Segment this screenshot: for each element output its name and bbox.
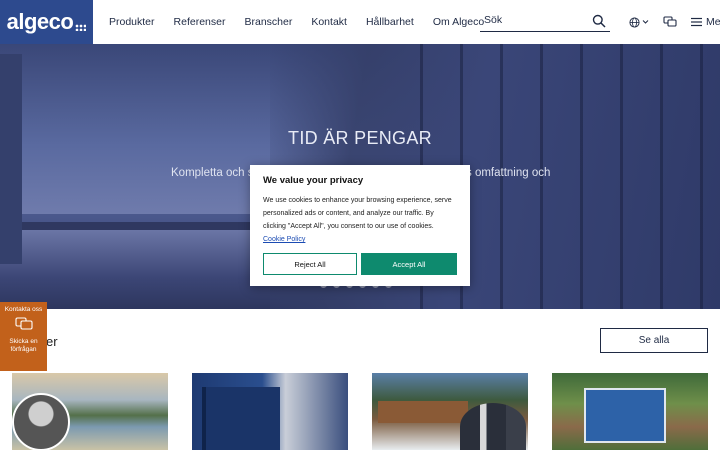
nav-item-referenser[interactable]: Referenser: [174, 16, 226, 28]
language-selector[interactable]: [629, 16, 649, 28]
menu-button[interactable]: Meny: [691, 15, 720, 29]
cookie-buttons: Reject All Accept All: [263, 253, 457, 275]
hero-subtitle-left: Kompletta och s: [171, 167, 254, 179]
hero-title: TID ÄR PENGAR: [288, 128, 432, 148]
hero-subtitle-right: s omfattning och: [466, 167, 551, 179]
search-bar: [480, 11, 610, 32]
nav-item-kontakt[interactable]: Kontakt: [311, 16, 347, 28]
chevron-down-icon: [642, 20, 649, 24]
menu-label: Meny: [706, 16, 720, 28]
search-input[interactable]: [484, 14, 584, 26]
main-nav: Produkter Referenser Branscher Kontakt H…: [109, 0, 503, 44]
chat-bubble-icon: [14, 317, 33, 330]
portrait-image: [12, 393, 70, 450]
nav-item-hallbarhet[interactable]: Hållbarhet: [366, 16, 414, 28]
side-tab-request-label: Skicka en förfrågan: [9, 338, 38, 353]
nav-item-produkter[interactable]: Produkter: [109, 16, 155, 28]
contact-side-tab[interactable]: Kontakta oss Skicka en förfrågan: [0, 302, 47, 371]
site-header: algeco Produkter Referenser Branscher Ko…: [0, 0, 720, 44]
globe-icon: [629, 16, 640, 28]
reference-card[interactable]: [552, 373, 708, 450]
container-image: [202, 387, 280, 450]
search-icon[interactable]: [592, 14, 606, 28]
reference-card[interactable]: [372, 373, 528, 450]
section-title: er: [46, 334, 58, 349]
side-tab-contact-label: Kontakta oss: [4, 306, 43, 313]
cookie-body: We use cookies to enhance your browsing …: [263, 197, 452, 230]
hamburger-icon: [691, 17, 702, 27]
reject-all-button[interactable]: Reject All: [263, 253, 357, 275]
sign-image: [584, 388, 666, 443]
algeco-logo[interactable]: algeco: [0, 0, 93, 44]
see-all-button[interactable]: Se alla: [600, 328, 708, 353]
hero-building-left: [0, 54, 22, 264]
reference-card[interactable]: [192, 373, 348, 450]
logo-text: algeco: [6, 9, 74, 34]
cookie-title: We value your privacy: [263, 175, 364, 186]
logo-dots-icon: [75, 23, 87, 31]
cookie-text: We use cookies to enhance your browsing …: [263, 194, 457, 246]
nav-item-branscher[interactable]: Branscher: [244, 16, 292, 28]
nav-item-om-algeco[interactable]: Om Algeco: [433, 16, 484, 28]
accept-all-button[interactable]: Accept All: [361, 253, 457, 275]
cookie-policy-link[interactable]: Cookie Policy: [263, 236, 305, 243]
people-image: [460, 403, 526, 450]
cookie-consent-dialog: We value your privacy We use cookies to …: [250, 165, 470, 286]
building-image: [378, 401, 468, 423]
reference-card[interactable]: [12, 373, 168, 450]
chat-icon[interactable]: [663, 15, 677, 29]
